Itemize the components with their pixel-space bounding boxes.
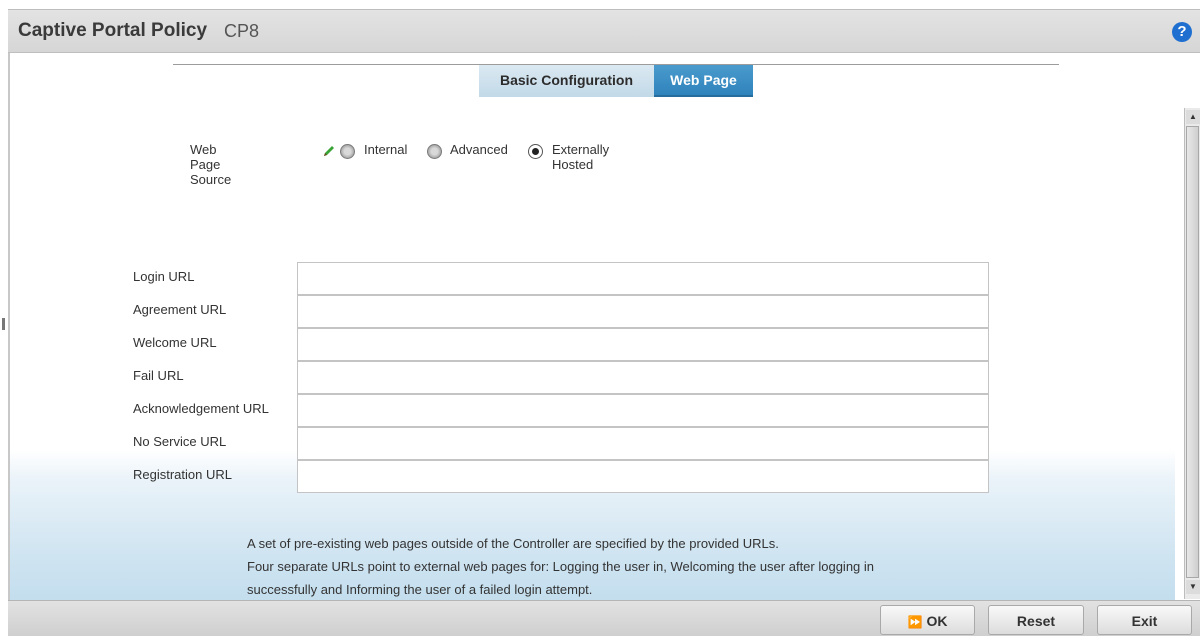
radio-advanced-label[interactable]: Advanced [450,142,508,157]
scroll-up-arrow-icon[interactable]: ▲ [1186,110,1200,124]
page-title: Captive Portal Policy [18,20,208,41]
tab-basic-configuration[interactable]: Basic Configuration [479,65,654,97]
ok-button[interactable]: ⏩ OK [880,605,975,635]
no-service-url-input[interactable] [297,427,989,460]
radio-internal-label[interactable]: Internal [364,142,407,157]
edit-pencil-icon[interactable] [322,144,336,158]
radio-externally-hosted-label[interactable]: Externally Hosted [552,142,609,172]
reset-button[interactable]: Reset [988,605,1084,635]
policy-name: CP8 [224,21,260,41]
help-text-line-3: successfully and Informing the user of a… [247,582,593,597]
no-service-url-label: No Service URL [133,434,227,449]
acknowledgement-url-label: Acknowledgement URL [133,401,269,416]
fail-url-label: Fail URL [133,368,184,383]
forward-arrow-icon: ⏩ [907,615,923,629]
help-icon[interactable]: ? [1172,22,1192,42]
ok-button-label: OK [926,613,948,629]
radio-advanced[interactable] [427,144,442,159]
acknowledgement-url-input[interactable] [297,394,989,427]
scroll-down-arrow-icon[interactable]: ▼ [1186,580,1200,594]
page-header: Captive Portal Policy CP8 ? [8,9,1200,53]
login-url-input[interactable] [297,262,989,295]
login-url-label: Login URL [133,269,195,284]
agreement-url-input[interactable] [297,295,989,328]
help-text-line-2: Four separate URLs point to external web… [247,559,875,574]
splitter-handle[interactable] [2,318,5,330]
scrollbar-thumb[interactable] [1186,126,1199,578]
registration-url-input[interactable] [297,460,989,493]
registration-url-label: Registration URL [133,467,232,482]
tab-web-page[interactable]: Web Page [654,65,753,97]
welcome-url-input[interactable] [297,328,989,361]
help-text-line-1: A set of pre-existing web pages outside … [247,536,779,551]
exit-button[interactable]: Exit [1097,605,1192,635]
radio-internal[interactable] [340,144,355,159]
web-page-source-label: Web Page Source [190,142,232,187]
welcome-url-label: Welcome URL [133,335,217,350]
agreement-url-label: Agreement URL [133,302,227,317]
radio-externally-hosted[interactable] [528,144,543,159]
fail-url-input[interactable] [297,361,989,394]
